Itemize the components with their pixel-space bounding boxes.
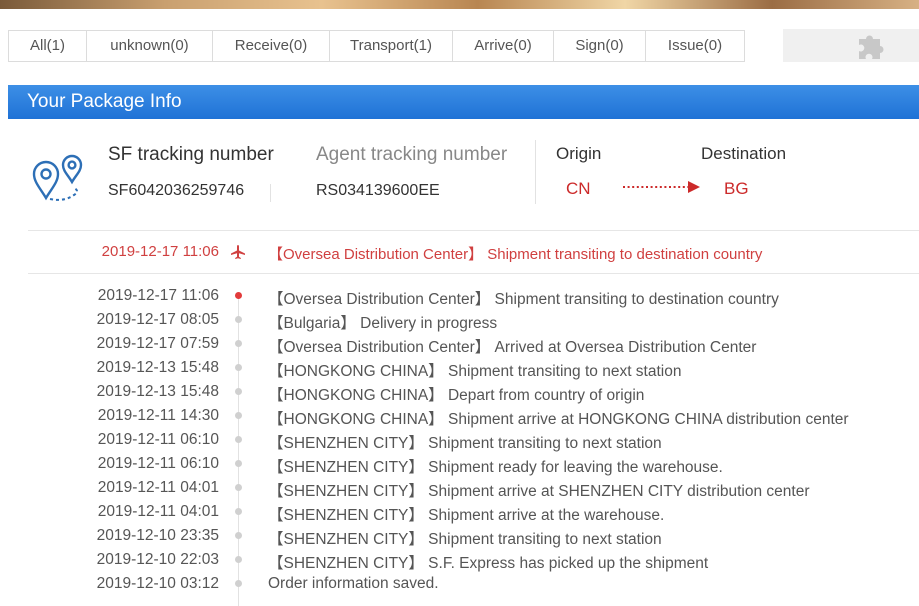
- divider: [270, 184, 271, 202]
- event-time: 2019-12-11 06:10: [97, 455, 219, 472]
- sf-tracking-label: SF tracking number: [108, 144, 274, 165]
- dot-icon: [235, 508, 242, 515]
- event-time: 2019-12-17 11:06: [97, 287, 219, 304]
- plugin-placeholder[interactable]: [783, 29, 919, 62]
- timeline-event: 2019-12-17 11:06 【Oversea Distribution Ce…: [0, 284, 919, 308]
- event-time: 2019-12-11 04:01: [97, 479, 219, 496]
- divider: [535, 140, 536, 204]
- tab-arrive[interactable]: Arrive(0): [453, 31, 554, 61]
- location-pins-icon: [32, 154, 83, 201]
- event-message: 【HONGKONG CHINA】 Shipment transiting to …: [268, 363, 682, 380]
- timeline-event: 2019-12-11 14:30 【HONGKONG CHINA】 Shipmen…: [0, 404, 919, 428]
- event-time: 2019-12-17 07:59: [96, 335, 219, 352]
- tracking-timeline: 2019-12-17 11:06 【Oversea Distribution Ce…: [0, 284, 919, 606]
- dot-icon: [235, 556, 242, 563]
- event-time: 2019-12-13 15:48: [96, 383, 219, 400]
- timeline-event: 2019-12-11 06:10 【SHENZHEN CITY】 Shipment…: [0, 428, 919, 452]
- latest-status-message: 【Oversea Distribution Center】 Shipment t…: [268, 246, 763, 263]
- dot-icon: [235, 340, 242, 347]
- dot-icon: [235, 388, 242, 395]
- event-time: 2019-12-10 03:12: [96, 575, 219, 592]
- latest-status-time: 2019-12-17 11:06: [101, 243, 219, 260]
- timeline-event: 2019-12-17 08:05 【Bulgaria】 Delivery in p…: [0, 308, 919, 332]
- package-summary: SF tracking number SF6042036259746 Agent…: [8, 120, 919, 230]
- event-time: 2019-12-10 22:03: [96, 551, 219, 568]
- package-info-header: Your Package Info: [8, 85, 919, 119]
- event-message: 【SHENZHEN CITY】 Shipment transiting to n…: [268, 531, 662, 548]
- dot-icon: [235, 316, 242, 323]
- event-message: 【Oversea Distribution Center】 Arrived at…: [268, 339, 757, 356]
- divider: [28, 230, 919, 231]
- event-message: 【SHENZHEN CITY】 S.F. Express has picked …: [268, 555, 709, 572]
- timeline-event: 2019-12-11 04:01 【SHENZHEN CITY】 Shipment…: [0, 476, 919, 500]
- tab-receive[interactable]: Receive(0): [213, 31, 330, 61]
- agent-tracking-number: RS034139600EE: [316, 182, 440, 199]
- dot-icon: [235, 580, 242, 587]
- puzzle-piece-icon: [859, 35, 884, 59]
- event-time: 2019-12-11 14:30: [97, 407, 219, 424]
- dot-icon: [235, 484, 242, 491]
- event-time: 2019-12-11 04:01: [97, 503, 219, 520]
- divider: [28, 273, 919, 274]
- airplane-icon: [231, 245, 245, 259]
- dot-icon: [235, 364, 242, 371]
- event-time: 2019-12-17 08:05: [96, 311, 219, 328]
- timeline-event: 2019-12-11 06:10 【SHENZHEN CITY】 Shipment…: [0, 452, 919, 476]
- top-banner-image: [0, 0, 919, 9]
- event-message: 【HONGKONG CHINA】 Depart from country of …: [268, 387, 645, 404]
- timeline-event: 2019-12-13 15:48 【HONGKONG CHINA】 Depart …: [0, 380, 919, 404]
- timeline-event: 2019-12-13 15:48 【HONGKONG CHINA】 Shipmen…: [0, 356, 919, 380]
- timeline-event: 2019-12-17 07:59 【Oversea Distribution Ce…: [0, 332, 919, 356]
- dot-icon: [235, 532, 242, 539]
- tab-transport[interactable]: Transport(1): [330, 31, 453, 61]
- event-time: 2019-12-10 23:35: [96, 527, 219, 544]
- event-time: 2019-12-13 15:48: [96, 359, 219, 376]
- tab-all[interactable]: All(1): [9, 31, 87, 61]
- origin-code: CN: [566, 179, 591, 198]
- dot-icon: [235, 412, 242, 419]
- tab-sign[interactable]: Sign(0): [554, 31, 646, 61]
- event-message: 【Bulgaria】 Delivery in progress: [268, 315, 498, 332]
- timeline-event: 2019-12-11 04:01 【SHENZHEN CITY】 Shipment…: [0, 500, 919, 524]
- origin-label: Origin: [556, 144, 602, 163]
- event-message: 【HONGKONG CHINA】 Shipment arrive at HONG…: [268, 411, 849, 428]
- dot-icon: [235, 460, 242, 467]
- event-message: 【SHENZHEN CITY】 Shipment arrive at the w…: [268, 507, 665, 524]
- event-message: 【Oversea Distribution Center】 Shipment t…: [268, 291, 779, 308]
- sf-tracking-number: SF6042036259746: [108, 182, 245, 199]
- active-dot-icon: [235, 292, 242, 299]
- event-message: Order information saved.: [268, 575, 439, 592]
- event-message: 【SHENZHEN CITY】 Shipment transiting to n…: [268, 435, 662, 452]
- timeline-event: 2019-12-10 22:03 【SHENZHEN CITY】 S.F. Exp…: [0, 548, 919, 572]
- destination-label: Destination: [701, 144, 787, 163]
- timeline-event: 2019-12-10 03:12 Order information saved.: [0, 572, 919, 596]
- tab-unknown[interactable]: unknown(0): [87, 31, 213, 61]
- dot-icon: [235, 436, 242, 443]
- latest-status: 2019-12-17 11:06 【Oversea Distribution C…: [0, 240, 919, 264]
- route-arrow-icon: [623, 181, 700, 193]
- timeline-event: 2019-12-10 23:35 【SHENZHEN CITY】 Shipment…: [0, 524, 919, 548]
- tab-issue[interactable]: Issue(0): [646, 31, 744, 61]
- destination-code: BG: [724, 179, 749, 198]
- event-message: 【SHENZHEN CITY】 Shipment arrive at SHENZ…: [268, 483, 810, 500]
- event-time: 2019-12-11 06:10: [97, 431, 219, 448]
- status-tabs: All(1) unknown(0) Receive(0) Transport(1…: [8, 30, 745, 62]
- agent-tracking-label: Agent tracking number: [316, 144, 508, 165]
- event-message: 【SHENZHEN CITY】 Shipment ready for leavi…: [268, 459, 723, 476]
